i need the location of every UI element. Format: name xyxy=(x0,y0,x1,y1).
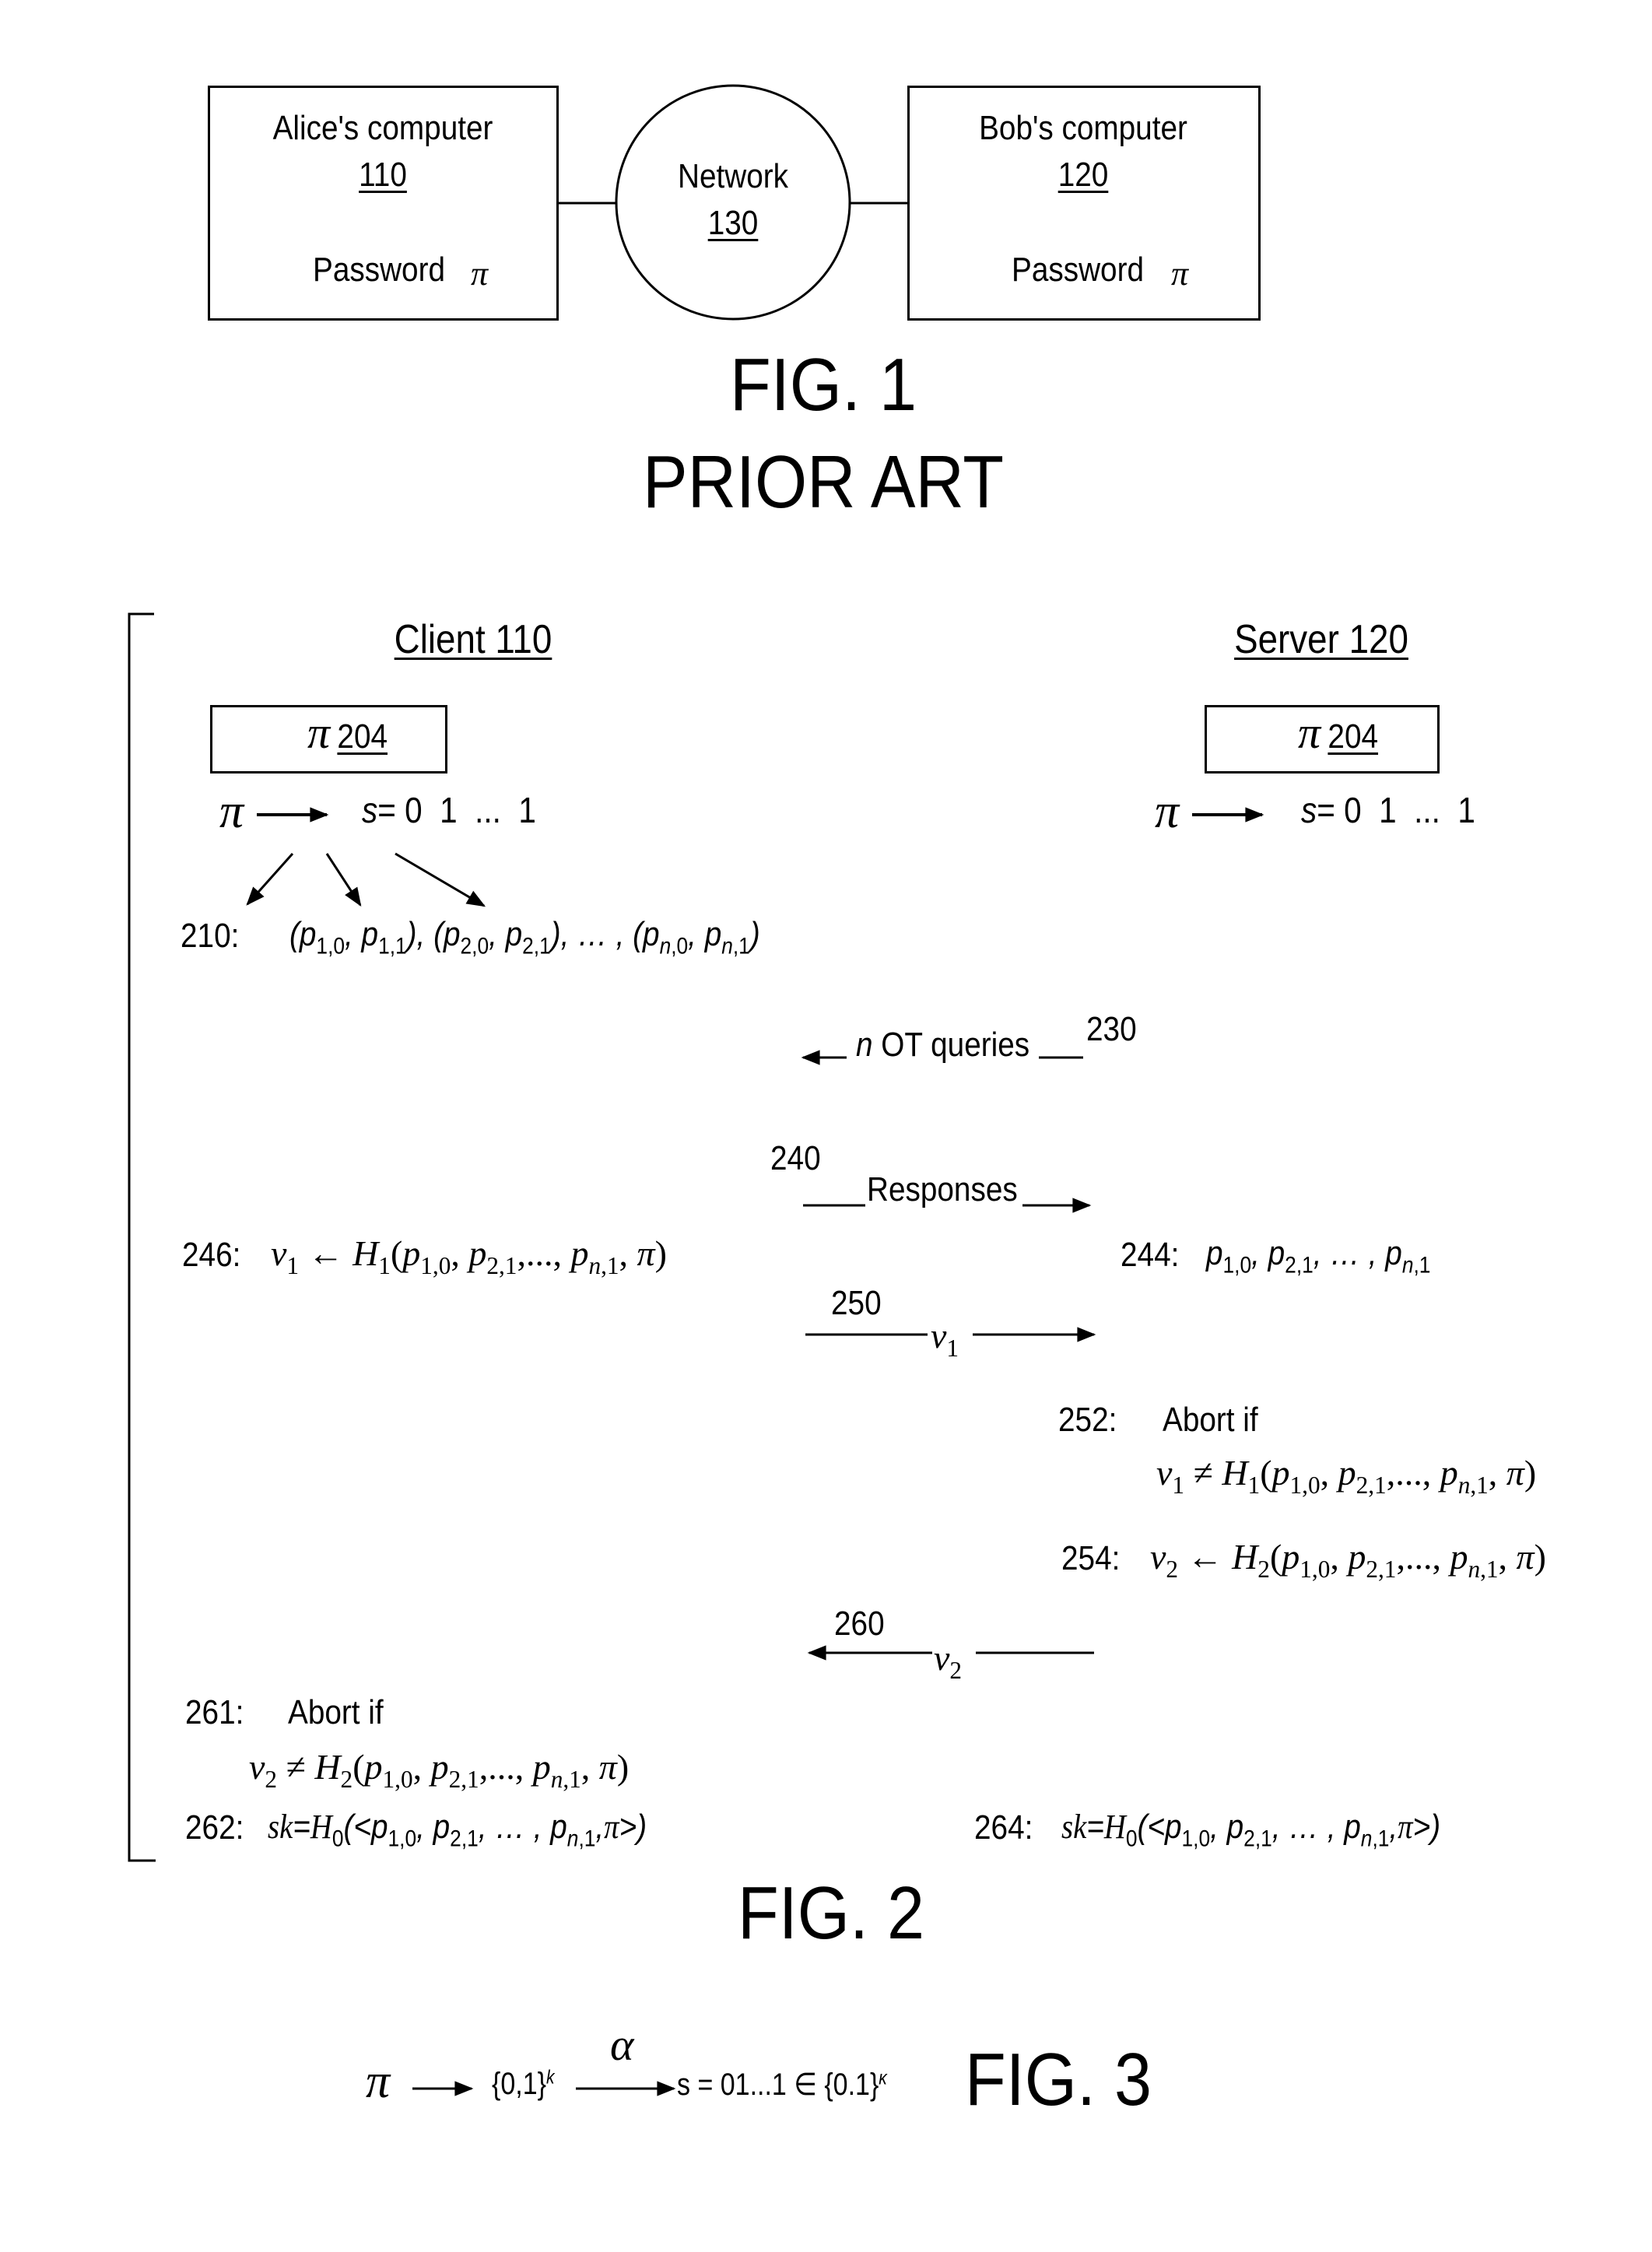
network-ref: 130 xyxy=(707,204,759,242)
step-246-label: 246: xyxy=(182,1236,241,1274)
fig3-alpha: α xyxy=(610,2019,634,2070)
bob-computer-ref: 120 xyxy=(1057,156,1109,194)
msg-230-n: n xyxy=(856,1026,873,1064)
server-mapping-bitstring: = 0 1 ... 1 xyxy=(1317,790,1475,830)
step-264-label: 264: xyxy=(974,1808,1033,1847)
fig3-set-text: {0,1} xyxy=(492,2067,546,2101)
step-254-label: 254: xyxy=(1061,1539,1121,1577)
client-mapping-bits: s= 0 1 ... 1 xyxy=(362,789,536,831)
alice-password-label: Password xyxy=(313,251,446,289)
client-password-ref: 204 xyxy=(336,717,388,756)
step-252-text: Abort if xyxy=(1163,1401,1258,1439)
step-262-expr: sk=H0(<p1,0, p2,1, … , pn,1,π>) xyxy=(268,1808,647,1852)
client-pi-symbol: π xyxy=(307,707,331,758)
step-210-expr: (p1,0, p1,1), (p2,0, p2,1), … , (pn,0, p… xyxy=(289,915,760,959)
fig3-set-exp: k xyxy=(545,2067,555,2089)
server-title: Server 120 xyxy=(1234,617,1408,662)
step-210-label: 210: xyxy=(181,917,240,955)
step-252-label: 252: xyxy=(1058,1401,1117,1439)
alice-computer-ref: 110 xyxy=(359,156,407,194)
server-pi-symbol: π xyxy=(1298,707,1321,758)
fig3-pi: π xyxy=(366,2055,391,2108)
branch-arrow-1 xyxy=(246,853,294,906)
network-ellipse xyxy=(615,84,851,321)
step-261-text: Abort if xyxy=(288,1693,384,1731)
alice-computer-title: Alice's computer xyxy=(272,109,493,147)
branch-arrow-3 xyxy=(395,852,486,907)
step-261-label: 261: xyxy=(185,1693,244,1731)
fig3-result-text: s = 01...1 ∈ {0.1} xyxy=(677,2068,879,2102)
fig3-set: {0,1}k xyxy=(492,2067,555,2102)
step-244-label: 244: xyxy=(1121,1236,1180,1274)
client-title: Client 110 xyxy=(394,617,552,662)
fig1-caption: FIG. 1 xyxy=(729,343,917,426)
fig2-bracket xyxy=(128,612,156,1862)
server-mapping-s: s xyxy=(1301,790,1317,830)
fig1-prior-art: PRIOR ART xyxy=(642,440,1005,524)
bob-password-symbol: π xyxy=(1171,254,1189,293)
msg-230-ref: 230 xyxy=(1086,1010,1137,1048)
msg-260-label: v2 xyxy=(934,1638,963,1684)
step-244-expr: p1,0, p2,1, … , pn,1 xyxy=(1206,1234,1431,1279)
server-password-box-content: π 204 xyxy=(1298,707,1381,759)
fig2-caption: FIG. 2 xyxy=(737,1871,925,1955)
msg-230-text: n OT queries xyxy=(856,1026,1029,1065)
client-mapping-s: s xyxy=(362,790,378,830)
client-mapping-pi: π xyxy=(219,785,244,838)
network-title: Network xyxy=(677,157,789,195)
step-246-expr: v1 ← H1(p1,0, p2,1,..., pn,1, π) xyxy=(271,1233,667,1279)
alice-password-symbol: π xyxy=(471,254,489,293)
server-pi-mapping: π xyxy=(1155,784,1179,840)
branch-arrow-2 xyxy=(325,853,362,907)
bob-computer-title: Bob's computer xyxy=(979,109,1187,147)
fig3-caption: FIG. 3 xyxy=(965,2038,1152,2121)
step-264-expr: sk=H0(<p1,0, p2,1, … , pn,1,π>) xyxy=(1061,1808,1441,1852)
step-262-label: 262: xyxy=(185,1808,244,1847)
msg-260-ref: 260 xyxy=(834,1605,885,1643)
msg-250-ref: 250 xyxy=(831,1284,882,1322)
step-254-expr: v2 ← H2(p1,0, p2,1,..., pn,1, π) xyxy=(1150,1537,1546,1583)
client-mapping-bitstring: = 0 1 ... 1 xyxy=(377,790,536,830)
server-password-ref: 204 xyxy=(1327,717,1378,756)
msg-240-ref: 240 xyxy=(770,1139,821,1177)
server-mapping-bits: s= 0 1 ... 1 xyxy=(1301,789,1475,831)
bob-password-label: Password xyxy=(1012,251,1145,289)
client-pi-mapping: π xyxy=(219,784,244,840)
step-261-expr: v2 ≠ H2(p1,0, p2,1,..., pn,1, π) xyxy=(249,1747,630,1793)
server-mapping-pi: π xyxy=(1155,785,1180,838)
msg-240-label: Responses xyxy=(867,1170,1018,1208)
msg-230-label: OT queries xyxy=(872,1026,1030,1064)
msg-250-label: v1 xyxy=(931,1316,959,1362)
fig3-result-exp: κ xyxy=(879,2068,887,2089)
fig3-result: s = 01...1 ∈ {0.1}κ xyxy=(677,2067,887,2103)
client-password-box-content: π 204 xyxy=(307,707,391,759)
step-252-expr: v1 ≠ H1(p1,0, p2,1,..., pn,1, π) xyxy=(1156,1453,1537,1499)
